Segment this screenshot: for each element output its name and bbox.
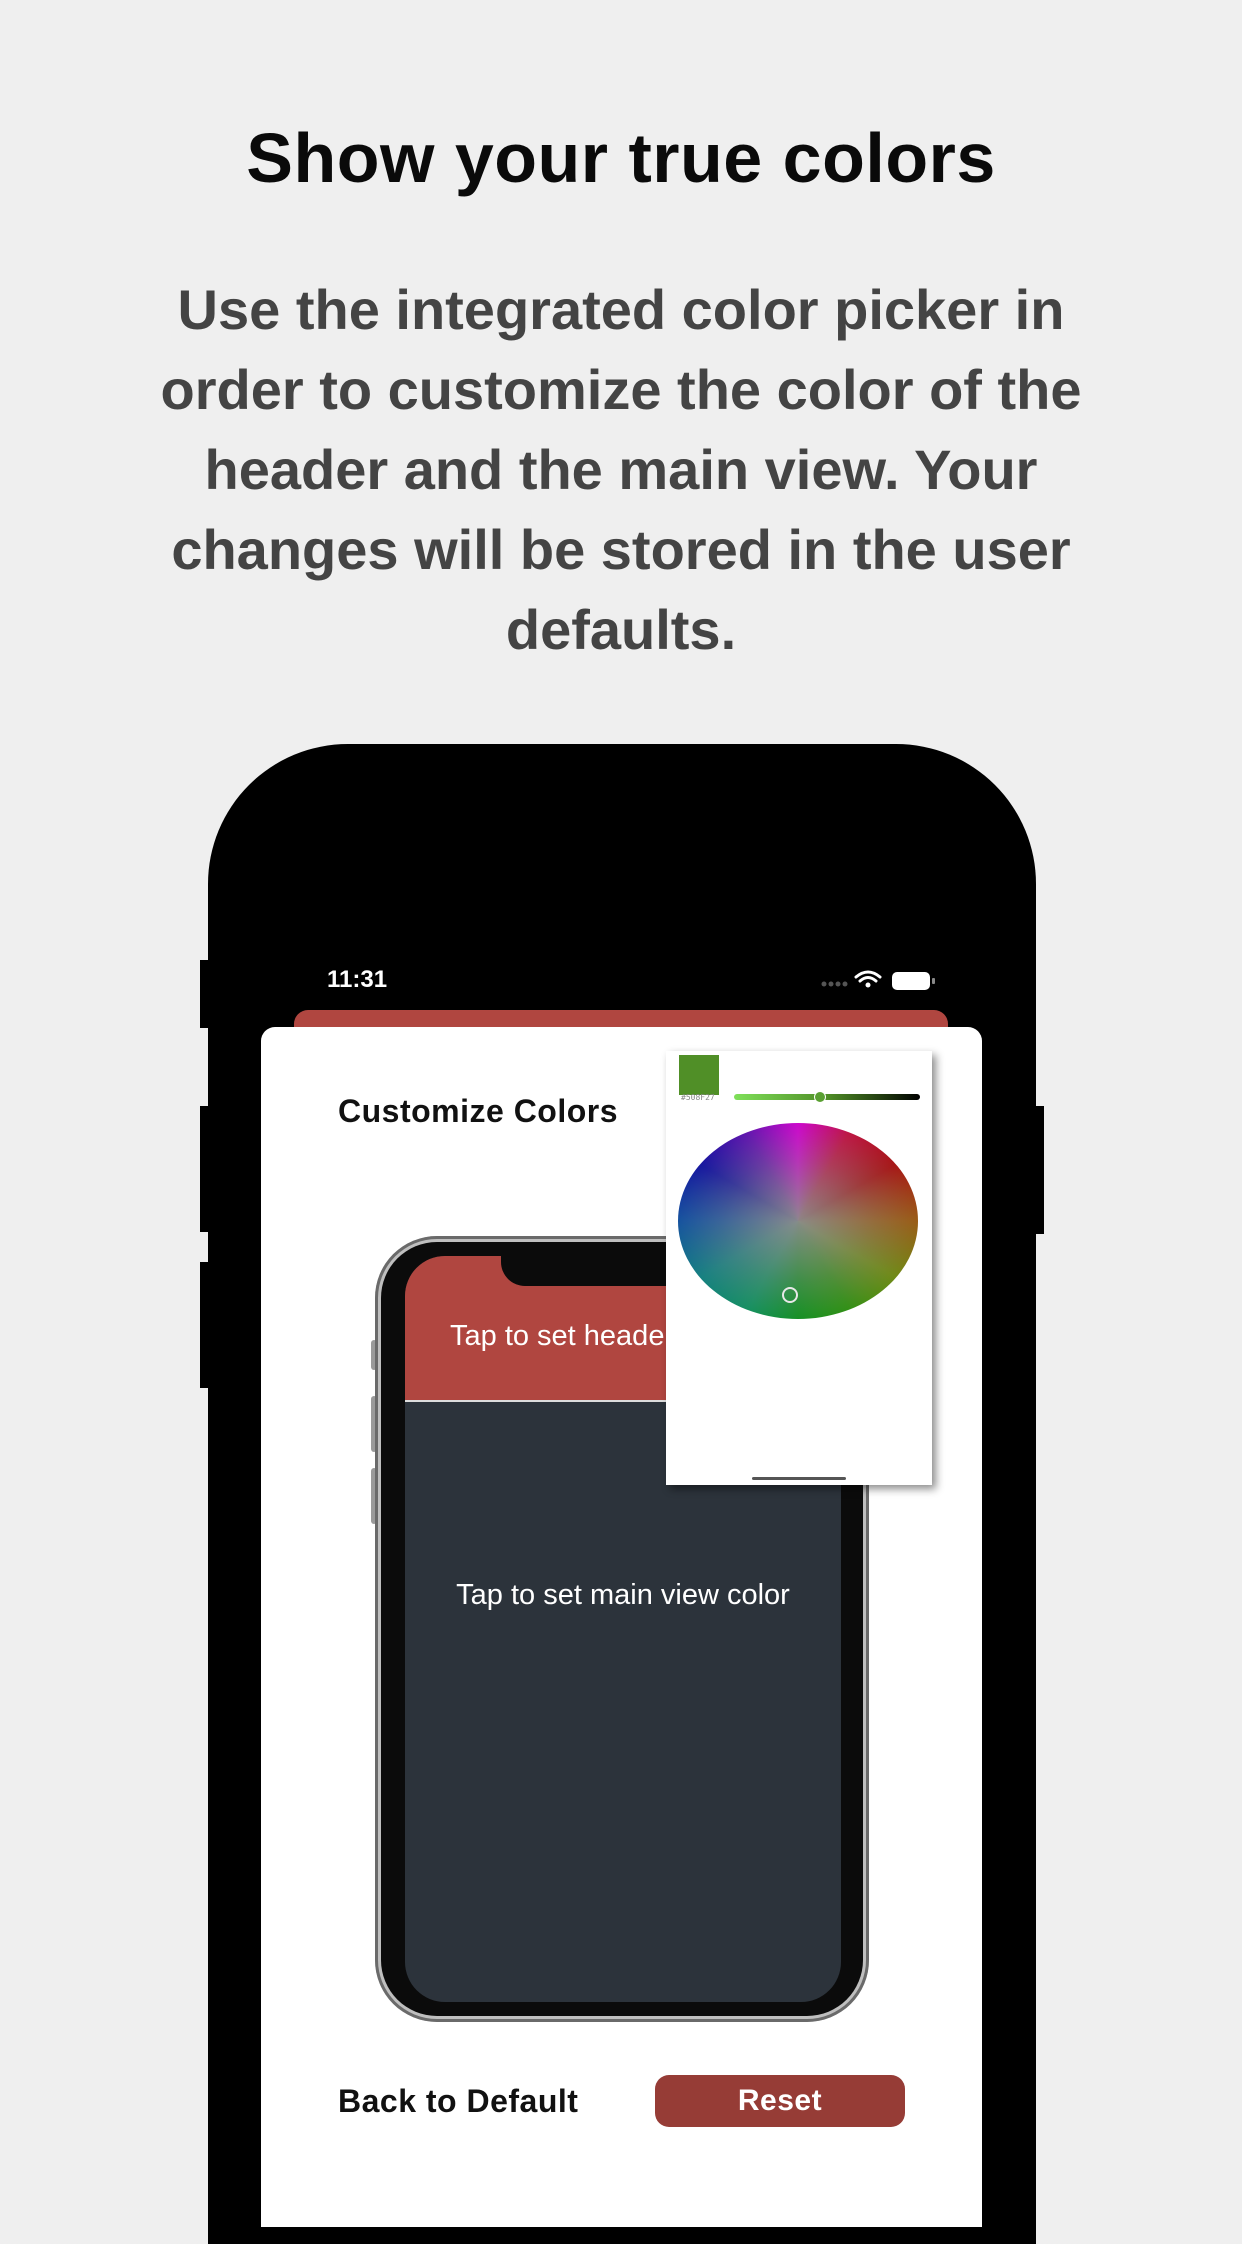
mockup-main-view-area[interactable] [405, 1402, 841, 2002]
brightness-slider-thumb[interactable] [814, 1091, 826, 1103]
sheet-title: Customize Colors [338, 1093, 619, 1129]
signal-icon [821, 981, 848, 987]
status-icons [821, 970, 935, 990]
brightness-slider[interactable] [734, 1091, 920, 1103]
color-picker-popover[interactable]: #508F27 [666, 1051, 932, 1485]
selected-color-hex: #508F27 [681, 1093, 715, 1102]
home-indicator [752, 1477, 846, 1480]
battery-icon [892, 972, 935, 990]
color-wheel[interactable] [678, 1123, 918, 1319]
color-wheel-thumb[interactable] [782, 1287, 798, 1303]
reset-button[interactable]: Reset [655, 2075, 905, 2127]
wifi-icon [854, 970, 882, 988]
status-time: 11:31 [327, 966, 388, 993]
selected-color-swatch [679, 1055, 719, 1095]
headline: Show your true colors [246, 119, 996, 197]
back-to-default-label: Back to Default [338, 2083, 579, 2119]
subtitle: Use the integrated color picker in order… [160, 278, 1082, 661]
mockup-main-label: Tap to set main view color [456, 1579, 790, 1611]
